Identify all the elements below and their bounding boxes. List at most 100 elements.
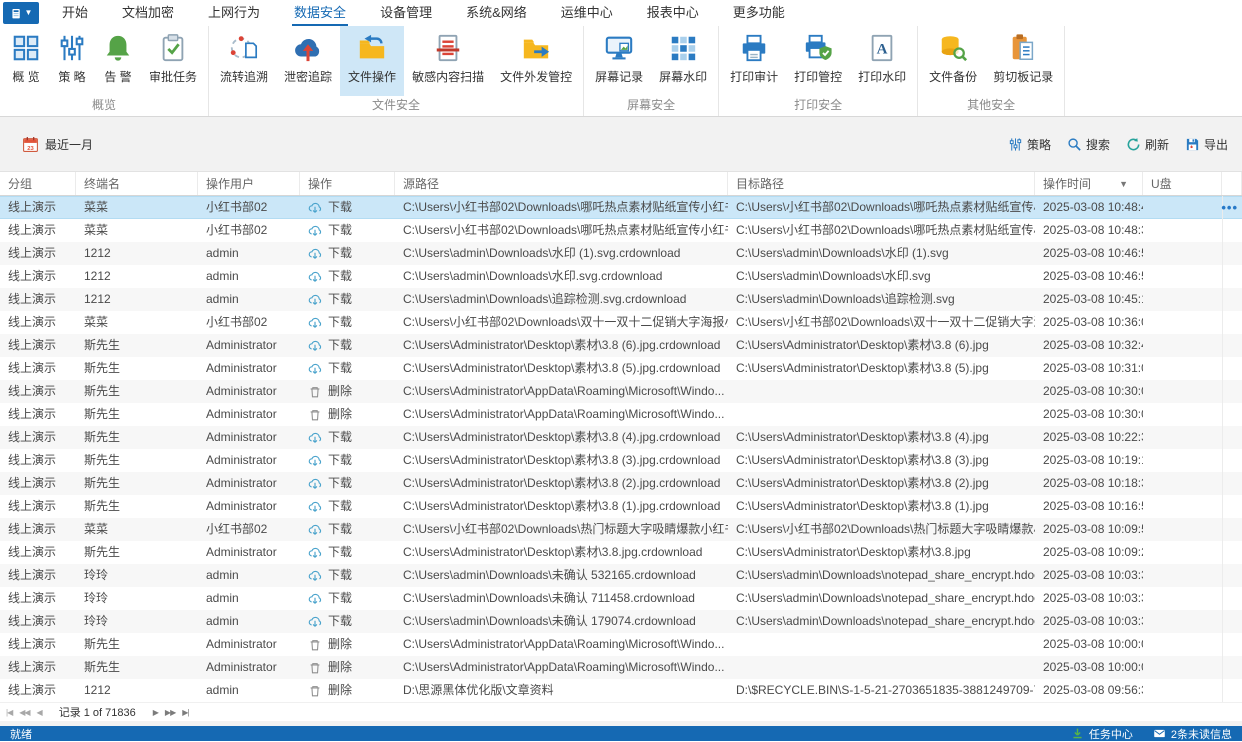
chevron-down-icon: ▼ [25,9,33,17]
menu-item-8[interactable]: 更多功能 [731,0,787,26]
table-row[interactable]: 线上演示玲玲admin下载C:\Users\admin\Downloads\未确… [0,610,1242,633]
table-row[interactable]: 线上演示斯先生Administrator删除C:\Users\Administr… [0,633,1242,656]
fast-prev-page-button[interactable]: ◀◀ [19,708,29,717]
tool-policy-sliders-button[interactable]: 策略 [1008,136,1051,153]
content-panel: 23 最近一月 策略 搜索 刷新导出 分组终端名操作用户操作源路径目标路径操作时间▼… [0,117,1242,726]
cell-user: admin [198,610,300,633]
ribbon-item-label: 打印管控 [794,68,842,85]
tool-export-button[interactable]: 导出 [1185,136,1228,153]
cell-time: 2025-03-08 10:48:49 [1035,196,1143,219]
table-row[interactable]: 线上演示菜菜小红书部02下载C:\Users\小红书部02\Downloads\… [0,219,1242,242]
row-actions-button[interactable]: ••• [1221,196,1238,219]
fast-next-page-button[interactable]: ▶▶ [165,708,175,717]
cell-source-path: C:\Users\admin\Downloads\未确认 711458.crdo… [395,587,728,610]
menu-item-1[interactable]: 文档加密 [120,0,176,26]
operation-label: 下载 [328,564,352,587]
cloud-download-icon [308,201,322,215]
cell-group: 线上演示 [0,541,76,564]
ribbon-item-approval-tasks[interactable]: 审批任务 [141,26,205,96]
ribbon-item-screen-record[interactable]: 屏幕记录 [587,26,651,96]
ribbon-item-policy-sliders[interactable]: 策 略 [49,26,95,96]
flow-trace-icon [229,33,259,63]
menu-item-6[interactable]: 运维中心 [559,0,615,26]
table-row[interactable]: 线上演示斯先生Administrator下载C:\Users\Administr… [0,541,1242,564]
menu-item-3[interactable]: 数据安全 [292,0,348,26]
ribbon-item-flow-trace[interactable]: 流转追溯 [212,26,276,96]
task-center-button[interactable]: 任务中心 [1071,726,1133,742]
table-row[interactable]: 线上演示菜菜小红书部02下载C:\Users\小红书部02\Downloads\… [0,311,1242,334]
cloud-download-icon [308,247,322,261]
menu-item-2[interactable]: 上网行为 [206,0,262,26]
table-row[interactable]: 线上演示1212admin下载C:\Users\admin\Downloads\… [0,242,1242,265]
menu-item-0[interactable]: 开始 [60,0,90,26]
cell-user: Administrator [198,656,300,679]
table-row[interactable]: 线上演示斯先生Administrator删除C:\Users\Administr… [0,403,1242,426]
ribbon-item-clipboard-record[interactable]: 剪切板记录 [985,26,1061,96]
table-row[interactable]: 线上演示玲玲admin下载C:\Users\admin\Downloads\未确… [0,564,1242,587]
tool-search-button[interactable]: 搜索 [1067,136,1110,153]
table-row[interactable]: 线上演示1212admin下载C:\Users\admin\Downloads\… [0,265,1242,288]
cell-source-path: C:\Users\admin\Downloads\未确认 179074.crdo… [395,610,728,633]
table-row[interactable]: 线上演示斯先生Administrator下载C:\Users\Administr… [0,449,1242,472]
cell-operation: 下载 [300,196,395,219]
ribbon-item-sensitive-scan[interactable]: 敏感内容扫描 [404,26,492,96]
ribbon-item-print-control[interactable]: 打印管控 [786,26,850,96]
cell-spacer [1222,587,1242,610]
print-watermark-icon: A [867,33,897,63]
column-header-user[interactable]: 操作用户 [198,172,300,195]
table-row[interactable]: 线上演示斯先生Administrator删除C:\Users\Administr… [0,656,1242,679]
table-row[interactable]: 线上演示1212admin下载C:\Users\admin\Downloads\… [0,288,1242,311]
menu-item-7[interactable]: 报表中心 [645,0,701,26]
prev-page-button[interactable]: ◀ [37,708,42,717]
first-page-button[interactable]: |◀ [6,708,12,717]
ribbon-item-print-watermark[interactable]: A打印水印 [850,26,914,96]
menu-item-4[interactable]: 设备管理 [378,0,434,26]
ribbon-item-file-outgoing[interactable]: 文件外发管控 [492,26,580,96]
cell-user: admin [198,265,300,288]
ribbon-item-print-audit[interactable]: 打印审计 [722,26,786,96]
table-row[interactable]: 线上演示菜菜小红书部02下载C:\Users\小红书部02\Downloads\… [0,196,1242,219]
ribbon-item-file-backup[interactable]: 文件备份 [921,26,985,96]
cell-time: 2025-03-08 10:09:25 [1035,541,1143,564]
table-row[interactable]: 线上演示斯先生Administrator下载C:\Users\Administr… [0,357,1242,380]
cell-group: 线上演示 [0,472,76,495]
ribbon-item-file-operations[interactable]: 文件操作 [340,26,404,96]
ribbon-item-label: 屏幕水印 [659,68,707,85]
ribbon-item-screen-watermark[interactable]: 屏幕水印 [651,26,715,96]
ribbon-group-3: 打印审计打印管控A打印水印打印安全 [719,26,918,116]
table-row[interactable]: 线上演示斯先生Administrator删除C:\Users\Administr… [0,380,1242,403]
column-header-group[interactable]: 分组 [0,172,76,195]
column-header-operation[interactable]: 操作 [300,172,395,195]
column-header-usb[interactable]: U盘 [1143,172,1222,195]
cell-operation: 下载 [300,357,395,380]
table-row[interactable]: 线上演示斯先生Administrator下载C:\Users\Administr… [0,495,1242,518]
table-row[interactable]: 线上演示斯先生Administrator下载C:\Users\Administr… [0,426,1242,449]
table-row[interactable]: 线上演示菜菜小红书部02下载C:\Users\小红书部02\Downloads\… [0,518,1242,541]
table-row[interactable]: 线上演示玲玲admin下载C:\Users\admin\Downloads\未确… [0,587,1242,610]
app-menu-button[interactable]: ▼ [3,2,39,24]
table-row[interactable]: 线上演示斯先生Administrator下载C:\Users\Administr… [0,334,1242,357]
table-row[interactable]: 线上演示1212admin删除D:\思源黑体优化版\文章资料D:\$RECYCL… [0,679,1242,702]
filter-dropdown-icon[interactable]: ▼ [1119,179,1136,189]
last-page-button[interactable]: ▶| [182,708,188,717]
ribbon-item-overview-grid[interactable]: 概 览 [3,26,49,96]
column-header-target[interactable]: 目标路径 [728,172,1035,195]
menu-item-5[interactable]: 系统&网络 [464,0,529,26]
tool-label: 搜索 [1086,136,1110,153]
ribbon-group-4: 文件备份剪切板记录其他安全 [918,26,1065,116]
ribbon-item-leak-trace[interactable]: 泄密追踪 [276,26,340,96]
unread-messages-button[interactable]: 2条未读信息 [1153,726,1232,742]
approval-tasks-icon [158,33,188,63]
ribbon-item-alert-bell[interactable]: 告 警 [95,26,141,96]
column-header-time[interactable]: 操作时间▼ [1035,172,1143,195]
cell-time: 2025-03-08 10:03:30 [1035,610,1143,633]
cell-user: Administrator [198,633,300,656]
tool-label: 刷新 [1145,136,1169,153]
date-range-filter[interactable]: 23 最近一月 [22,136,93,153]
cell-time: 2025-03-08 10:46:51 [1035,265,1143,288]
table-row[interactable]: 线上演示斯先生Administrator下载C:\Users\Administr… [0,472,1242,495]
next-page-button[interactable]: ▶ [153,708,158,717]
column-header-source[interactable]: 源路径 [395,172,728,195]
column-header-terminal[interactable]: 终端名 [76,172,198,195]
tool-refresh-button[interactable]: 刷新 [1126,136,1169,153]
